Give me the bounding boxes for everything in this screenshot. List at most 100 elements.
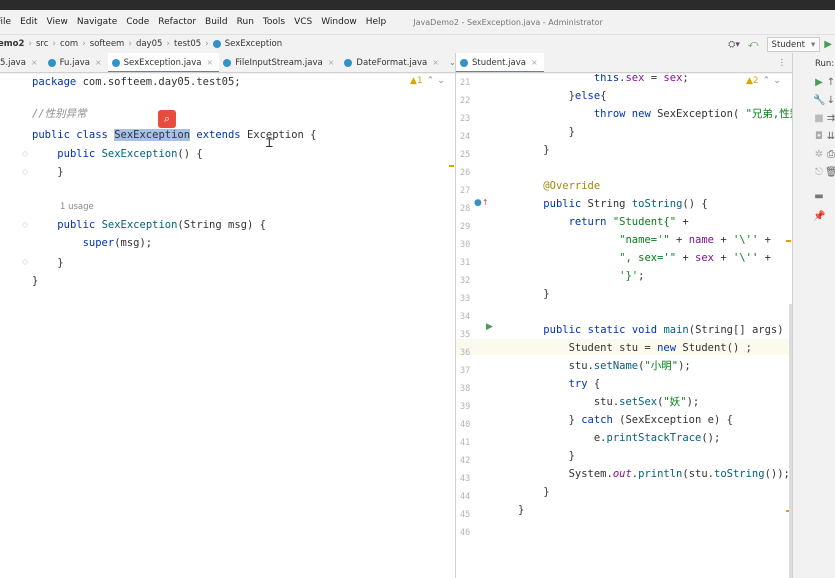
trash-icon[interactable]: 🗑 — [825, 167, 835, 178]
breadcrumb-src[interactable]: src — [36, 39, 48, 49]
menu-navigate[interactable]: Navigate — [77, 17, 117, 27]
class-icon — [460, 58, 468, 67]
code-line: } — [32, 166, 64, 178]
build-icon[interactable]: ⛭▾ — [728, 40, 740, 50]
run-panel-label: Run: — [815, 59, 835, 69]
code-line: } — [518, 504, 525, 516]
close-icon[interactable]: × — [328, 58, 335, 67]
sort-icon[interactable]: ⇊ — [825, 131, 835, 142]
code-line: stu.setSex("妖"); — [518, 396, 700, 408]
breadcrumb-project[interactable]: emo2 — [0, 39, 24, 49]
close-icon[interactable]: × — [432, 58, 439, 67]
code-line: System.out.println(stu.toString()); — [518, 468, 790, 480]
fold-icon[interactable]: ◇ — [22, 149, 28, 158]
fold-icon[interactable]: ◇ — [22, 257, 28, 266]
menu-edit[interactable]: Edit — [20, 17, 37, 27]
menu-run[interactable]: Run — [237, 17, 254, 27]
override-icon[interactable]: ●↑ — [474, 198, 489, 208]
breadcrumb: emo2 › src › com › softeem › day05 › tes… — [0, 34, 835, 53]
breadcrumb-class-label: SexException — [224, 39, 283, 49]
tab-fu-java[interactable]: Fu.java × — [44, 53, 108, 72]
code-line: this.sex = sex; — [593, 74, 689, 84]
menu-refactor[interactable]: Refactor — [158, 17, 196, 27]
arrow-down-icon[interactable]: ↓ — [825, 95, 835, 106]
warning-count: 1 — [416, 76, 423, 86]
menu-help[interactable]: Help — [366, 17, 387, 27]
class-icon — [47, 58, 56, 67]
close-icon[interactable]: × — [531, 58, 538, 67]
text-cursor-icon: Ɪ — [266, 136, 273, 150]
exit-icon[interactable]: ⎋ — [813, 167, 825, 178]
run-icon[interactable]: ▶ — [824, 39, 832, 50]
wrap-icon[interactable]: ⇉ — [825, 113, 835, 124]
menu-code[interactable]: Code — [126, 17, 149, 27]
breadcrumb-test05[interactable]: test05 — [174, 39, 201, 49]
close-icon[interactable]: × — [95, 58, 102, 67]
menu-file[interactable]: File — [0, 17, 11, 27]
code-line-comment: //性别异常 — [32, 108, 87, 120]
chevron-right-icon: › — [52, 39, 57, 49]
warning-scroll-marker[interactable] — [449, 165, 454, 167]
back-icon[interactable]: ⤺ — [748, 39, 759, 50]
search-icon[interactable]: ⌕ — [158, 110, 176, 128]
window-title: JavaDemo2 - SexException.java - Administ… — [413, 17, 603, 27]
stop-icon[interactable]: ■ — [813, 113, 825, 124]
tab-list-dropdown[interactable]: ⌄ — [445, 53, 455, 72]
breadcrumb-softeem[interactable]: softeem — [90, 39, 125, 49]
line-number: 29 — [460, 222, 471, 232]
breadcrumb-com[interactable]: com — [60, 39, 78, 49]
code-line-package: package com.softeem.day05.test05; — [32, 76, 241, 88]
menu-window[interactable]: Window — [321, 17, 357, 27]
chevron-right-icon: › — [82, 39, 86, 49]
close-icon[interactable]: × — [207, 58, 214, 67]
breadcrumb-day05[interactable]: day05 — [136, 39, 162, 49]
code-line: } — [518, 126, 575, 138]
code-line: ", sex='" + sex + '\'' + — [619, 252, 771, 264]
tab-5-java[interactable]: 5.java × — [0, 53, 44, 72]
pin-icon[interactable]: 📌 — [813, 211, 825, 222]
tab-label: Student.java — [472, 57, 526, 68]
camera-icon[interactable]: ◘ — [813, 131, 825, 142]
menu-build[interactable]: Build — [205, 17, 228, 27]
menu-view[interactable]: View — [47, 17, 68, 27]
layout-icon[interactable]: ▬ — [813, 191, 825, 202]
breadcrumb-class[interactable]: SexException — [212, 39, 283, 49]
code-line: '}'; — [619, 270, 645, 282]
fold-icon[interactable]: ◇ — [22, 220, 28, 229]
tab-fileinputstream-java[interactable]: FileInputStream.java × — [219, 53, 340, 72]
arrow-up-icon[interactable]: ↑ — [825, 77, 835, 88]
run-icon[interactable]: ▶ — [813, 77, 825, 88]
settings-icon[interactable]: ✲ — [813, 149, 825, 160]
usage-hint[interactable]: 1 usage — [60, 202, 94, 212]
close-icon[interactable]: × — [31, 58, 38, 67]
tab-sexexception-java[interactable]: SexException.java × — [107, 53, 220, 72]
inspection-widget[interactable]: ▲1 ⌃ ⌄ — [410, 76, 445, 86]
tab-label: 5.java — [0, 57, 26, 68]
run-gutter-icon[interactable]: ▶ — [486, 322, 493, 332]
run-config-select[interactable]: Student ▾ — [766, 37, 821, 52]
code-line: "name='" + name + '\'' + — [619, 234, 771, 246]
code-line: e.printStackTrace(); — [518, 432, 721, 444]
chevron-right-icon: › — [205, 39, 209, 49]
code-line-super: super(msg); — [82, 237, 153, 249]
inspection-widget[interactable]: ▲2 ⌃ ⌄ — [746, 76, 781, 86]
code-line: return "Student{" + — [568, 216, 689, 228]
code-line: public String toString() { — [543, 198, 708, 210]
left-code-editor[interactable]: package com.softeem.day05.test05; //性别异常… — [0, 74, 455, 578]
code-line-class-decl: public class SexException extends Except… — [32, 129, 317, 141]
menu-tools[interactable]: Tools — [263, 17, 285, 27]
tab-student-java[interactable]: Student.java × — [456, 53, 544, 72]
tab-more-options[interactable]: ⋮ — [772, 53, 793, 72]
code-line-constructor-msg: public SexException(String msg) { — [57, 219, 266, 231]
code-line: } — [518, 450, 575, 462]
print-icon[interactable]: ⎙ — [825, 149, 835, 160]
right-code-editor[interactable]: 21 this.sex = sex; 22 }else{23 throw new … — [456, 74, 792, 578]
warning-scroll-marker[interactable] — [786, 240, 791, 242]
menu-vcs[interactable]: VCS — [294, 17, 312, 27]
code-line: Student stu = new Student() ; — [518, 342, 752, 354]
wrench-icon[interactable]: 🔧 — [813, 95, 825, 106]
line-number: 31 — [460, 258, 471, 268]
tab-dateformat-java[interactable]: DateFormat.java × — [340, 53, 444, 72]
tab-label: DateFormat.java — [356, 57, 428, 68]
fold-icon[interactable]: ◇ — [22, 167, 28, 176]
